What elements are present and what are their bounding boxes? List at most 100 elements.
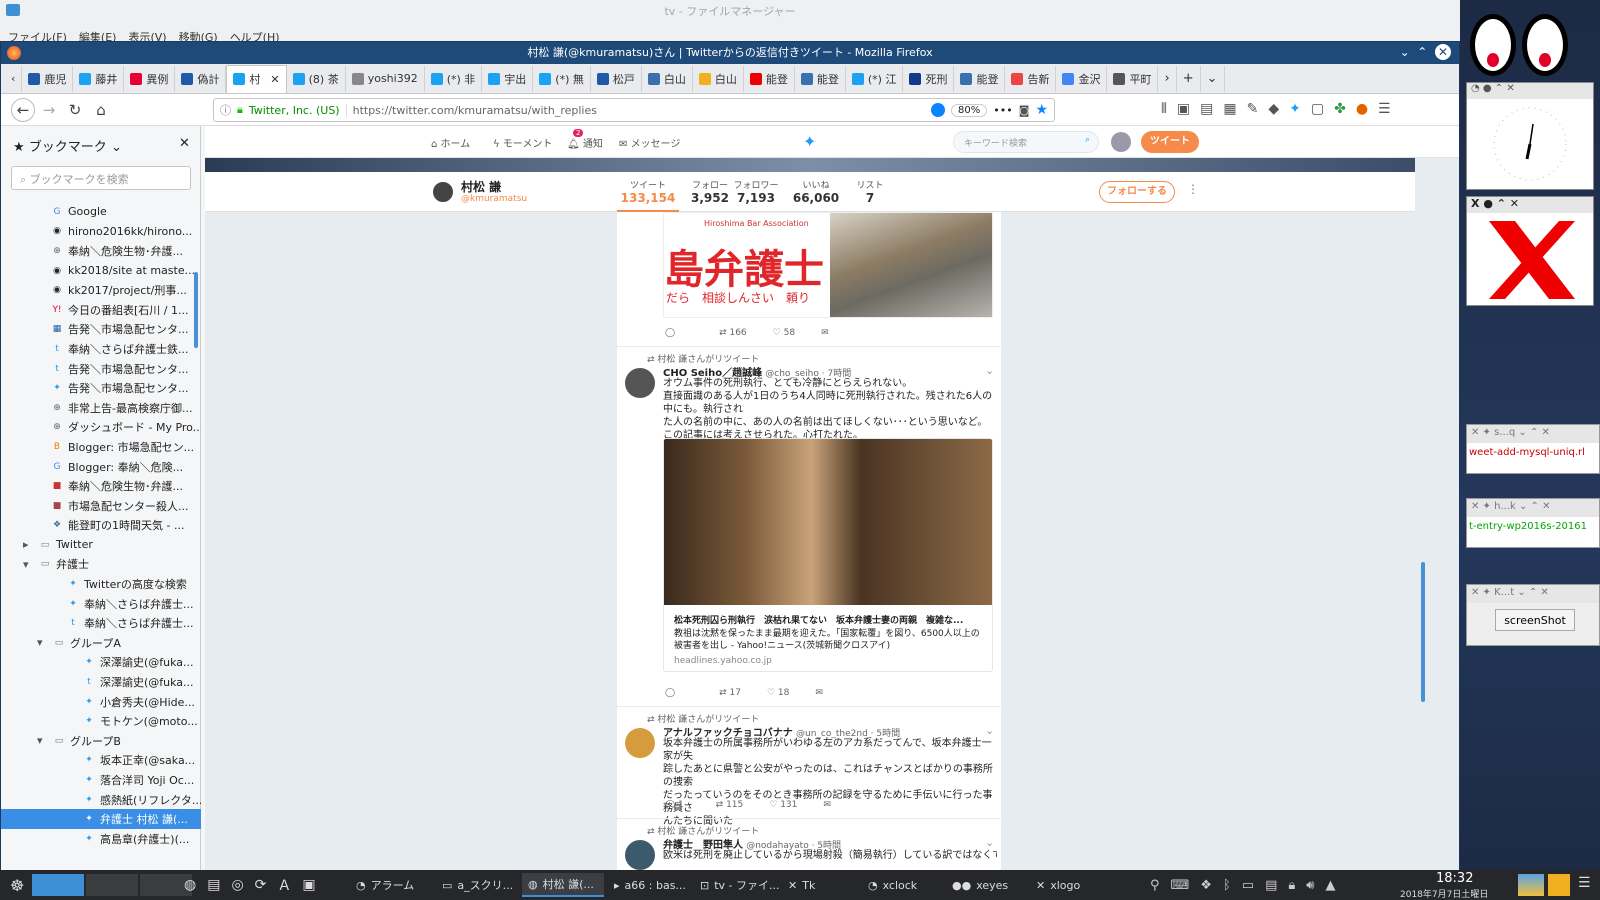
more-actions-icon[interactable]: ••• — [993, 104, 1012, 117]
link-card[interactable]: 松本死刑囚ら刑執行 涙枯れ果てない 坂本弁護士妻の両親 複雑な... 教祖は沈黙… — [663, 438, 993, 672]
task-item[interactable]: ◔ xclock — [862, 873, 944, 897]
retweet-icon[interactable]: ⇄ 166 — [719, 328, 747, 338]
tab-close-icon[interactable]: ✕ — [270, 73, 279, 86]
tab-3[interactable]: 偽計 — [175, 65, 227, 92]
clipboard-icon[interactable]: ▤ — [1265, 878, 1283, 893]
like-icon[interactable]: ♡ 58 — [773, 328, 795, 338]
task-item[interactable]: ✕ Tk — [782, 873, 864, 897]
bookmark-item[interactable]: ✦ 深澤諭史(@fuka... — [1, 653, 201, 673]
tab-11[interactable]: 白山 — [642, 65, 693, 92]
retweet-icon[interactable]: ⇄ 17 — [719, 688, 741, 698]
site-identity[interactable]: Twitter, Inc. (US) — [249, 103, 347, 117]
keyboard-icon[interactable]: ⌨ — [1171, 878, 1196, 893]
tweet-button[interactable]: ツイート — [1141, 131, 1199, 153]
bookmark-item[interactable]: ✦ 感熱紙(リフレクタ... — [1, 790, 201, 810]
follow-button[interactable]: フォローする — [1099, 181, 1175, 203]
tab-5[interactable]: (8) 茶 — [287, 65, 346, 92]
zoom-level[interactable]: 80% — [951, 103, 988, 117]
desktop-preview-icon[interactable] — [1518, 874, 1544, 896]
clipboard-icon[interactable]: ▢ — [1311, 101, 1334, 117]
toggle-icon[interactable] — [931, 103, 946, 117]
reply-icon[interactable]: ◯ 1 — [665, 800, 684, 810]
xeyes-window[interactable] — [1466, 6, 1596, 76]
like-icon[interactable]: ♡ 18 — [767, 688, 789, 698]
dm-icon[interactable]: ✉ — [815, 688, 823, 698]
reply-icon[interactable]: ◯ — [665, 328, 675, 338]
back-icon[interactable]: ← — [11, 98, 35, 122]
desktop-pager[interactable] — [32, 874, 192, 896]
nav-messages[interactable]: ✉ メッセージ — [619, 135, 680, 150]
firefox-launcher-icon[interactable]: ◍ — [184, 877, 202, 893]
expand-arrow-icon[interactable]: ▾ — [37, 734, 49, 747]
bookmark-item[interactable]: ❖ 能登町の1時間天気 - ... — [1, 516, 201, 536]
kde-menu-icon[interactable]: ☸ — [4, 873, 30, 897]
bookmark-item[interactable]: ✦ 坂本正幸(@saka... — [1, 751, 201, 771]
bookmark-item[interactable]: t 奉納＼さらば弁護士鉄... — [1, 339, 201, 359]
tab-13[interactable]: 能登 — [744, 65, 795, 92]
task-item[interactable]: ●● xeyes — [946, 873, 1028, 897]
task-item[interactable]: ⊡ tv - ファイ... — [694, 873, 780, 897]
like-icon[interactable]: ♡ 131 — [769, 800, 797, 810]
bookmark-tree[interactable]: G Google ◉ hirono2016kk/hirono... ⊕ 奉納＼危険生物･弁… — [1, 202, 201, 849]
bookmark-item[interactable]: t 奉納＼さらば弁護士... — [1, 613, 201, 633]
tab-6[interactable]: yoshi392 — [346, 65, 425, 92]
tray-launchers[interactable]: ◍ ▤ ◎ ⟳ Ａ ▣ — [178, 873, 328, 897]
profile-stat[interactable]: いいね 66,060 — [791, 178, 841, 205]
bookmark-item[interactable]: G Blogger: 奉納＼危険... — [1, 457, 201, 477]
url-text[interactable]: https://twitter.com/kmuramatsu/with_repl… — [353, 104, 925, 117]
reply-icon[interactable]: ◯ — [665, 688, 675, 698]
more-icon[interactable]: ⋮ — [1187, 182, 1199, 196]
xlogo-titlebar[interactable]: X ● ⌃ ✕ — [1467, 197, 1593, 213]
sidebar-scrollbar[interactable] — [194, 272, 198, 348]
library-icon[interactable]: ⫴ — [1161, 101, 1177, 117]
collapse-arrow-icon[interactable]: ▸ — [23, 538, 35, 551]
tab-strip[interactable]: ‹ 鹿児 藤井 異例 偽計村 ✕ (8) 茶 yoshi392 (*) 非宇出 (*) 無松戸 白山… — [1, 64, 1459, 94]
profile-stat[interactable]: リスト 7 — [845, 178, 895, 205]
bookmark-item[interactable]: G Google — [1, 202, 201, 222]
close-icon[interactable]: ✕ — [1435, 44, 1451, 60]
bookmark-item[interactable]: ✦ 奉納＼さらば弁護士... — [1, 594, 201, 614]
bookmark-item[interactable]: ✦ 落合洋司 Yoji Oc... — [1, 770, 201, 790]
tweet-avatar[interactable] — [625, 840, 655, 870]
sidebar-toggle-icon[interactable]: ▣ — [1177, 101, 1200, 117]
twitter-search-input[interactable]: キーワード検索 ⌕ — [953, 131, 1099, 153]
task-item[interactable]: ◔ アラーム — [350, 873, 432, 897]
bookmark-item[interactable]: t 告発＼市場急配センタ... — [1, 359, 201, 379]
tab-8[interactable]: 宇出 — [482, 65, 534, 92]
bookmark-item[interactable]: ◉ hirono2016kk/hirono... — [1, 222, 201, 242]
bookmark-item[interactable]: ▦ 告発＼市場急配センタ... — [1, 320, 201, 340]
hamburger-menu-icon[interactable]: ☰ — [1378, 101, 1401, 117]
bookmark-item[interactable]: ⊕ 奉納＼危険生物･弁護... — [1, 241, 201, 261]
bookmark-folder[interactable]: ▾ ▭ グループA — [1, 633, 201, 653]
bookmark-item[interactable]: t 深澤諭史(@fuka... — [1, 672, 201, 692]
tab-20[interactable]: 平町 — [1107, 65, 1159, 92]
frog-extension-icon[interactable]: ✤ — [1334, 101, 1356, 117]
url-bar[interactable]: ⓘ 🔒︎ Twitter, Inc. (US) https://twitter.… — [213, 98, 1055, 122]
file-manager-window[interactable]: tv - ファイルマネージャー ファイル(F) 編集(E) 表示(V) 移動(G) ヘル… — [0, 0, 1460, 44]
firefox-window[interactable]: 村松 謙(@kmuramatsu)さん | Twitterからの返信付きツイート… — [0, 41, 1460, 872]
xclock-window[interactable]: ◔ ● ⌃ ✕ — [1466, 82, 1594, 190]
font-icon[interactable]: Ａ — [277, 875, 297, 895]
arrow-up-icon[interactable]: ▲ — [1325, 878, 1341, 893]
screenshot-button[interactable]: screenShot — [1495, 609, 1575, 631]
bookmark-folder[interactable]: ▸ ▭ Twitter — [1, 535, 201, 555]
tweet-avatar[interactable] — [625, 728, 655, 758]
bookmark-item[interactable]: ⊕ ダッシュボード - My Pro... — [1, 418, 201, 438]
system-tray[interactable]: ⚲ ⌨ ❖ ᛒ ▭ ▤ 🔒︎ 🔊︎ ▲ — [1144, 873, 1347, 897]
bookmark-item[interactable]: ✦ 弁護士 村松 謙(... — [1, 809, 201, 829]
page-scrollbar[interactable] — [1421, 562, 1425, 702]
tab-12[interactable]: 白山 — [693, 65, 744, 92]
bookmark-item[interactable]: B Blogger: 市場急配セン... — [1, 437, 201, 457]
clock-date[interactable]: 2018年7月7日土曜日 — [1400, 887, 1488, 900]
profile-handle[interactable]: @kmuramatsu — [461, 194, 527, 204]
menu-icon[interactable]: ☰ — [1578, 875, 1591, 891]
firefox-account-icon[interactable]: ● — [1356, 101, 1378, 117]
profile-avatar[interactable] — [431, 180, 455, 204]
tab-15[interactable]: (*) 江 — [846, 65, 904, 92]
bookmark-folder[interactable]: ▾ ▭ グループB — [1, 731, 201, 751]
tab-9[interactable]: (*) 無 — [533, 65, 591, 92]
task-item[interactable]: ◍ 村松 謙(... — [522, 873, 604, 897]
expand-arrow-icon[interactable]: ▾ — [23, 558, 35, 571]
tab-7[interactable]: (*) 非 — [425, 65, 483, 92]
reader-icon[interactable]: ▤ — [1200, 101, 1223, 117]
